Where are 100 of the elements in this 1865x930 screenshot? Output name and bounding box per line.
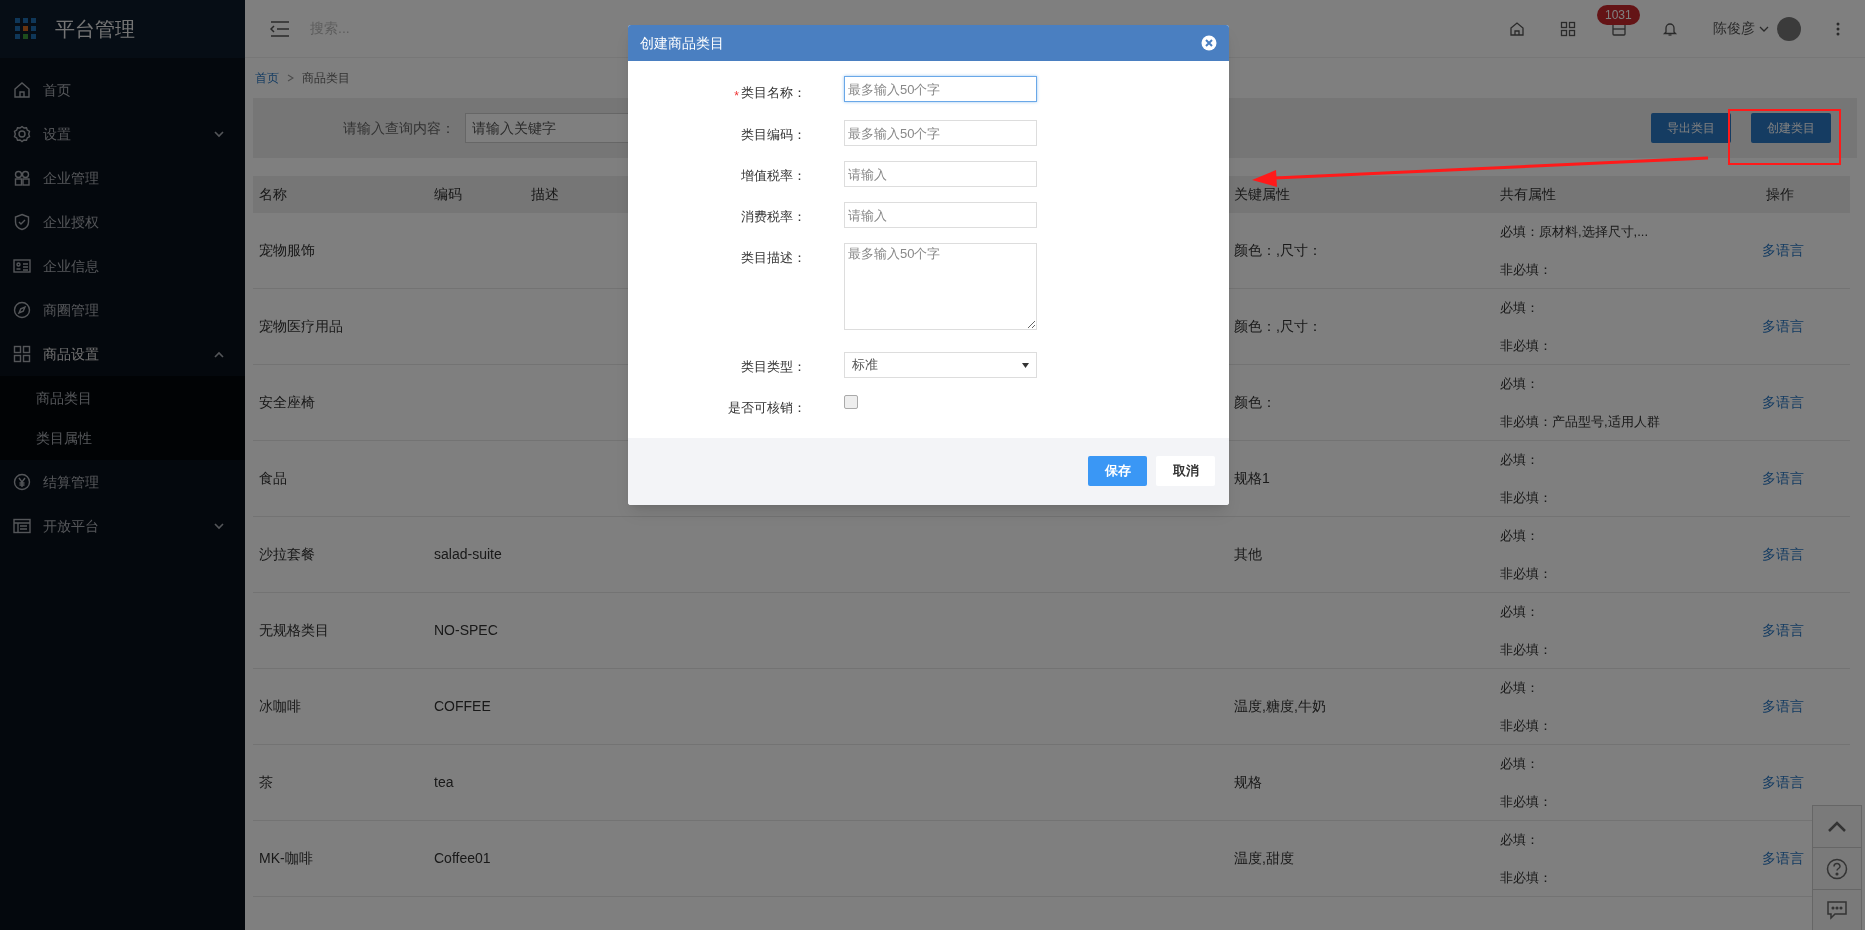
user-name[interactable]: 陈俊彦 [1713,18,1755,39]
table-cell: salad-suite [434,546,502,562]
column-header: 编码 [433,185,463,204]
multilingual-link[interactable]: 多语言 [1762,622,1804,638]
field-label: 类目名称： [741,84,806,103]
sidebar-item[interactable]: 商圈管理 [0,288,245,332]
sidebar-item[interactable]: 商品设置 [0,332,245,376]
table-cell: 规格 [1234,774,1262,790]
multilingual-link[interactable]: 多语言 [1762,394,1804,410]
multilingual-link[interactable]: 多语言 [1762,850,1804,866]
separator-icon [287,74,294,82]
chevron-up-icon [1827,820,1847,833]
table-cell-text: 必填： [1500,451,1540,469]
sidebar-item[interactable]: 首页 [0,68,245,112]
dropdown-icon [1022,362,1029,368]
field-label: 消费税率： [741,208,806,226]
multilingual-link[interactable]: 多语言 [1762,318,1804,334]
textarea-field[interactable]: 最多输入50个字 [844,243,1037,330]
table-cell-text: 非必填： [1500,564,1553,583]
table-cell: 冰咖啡 [259,698,301,714]
compass-icon [13,301,31,319]
table-cell: 其他 [1234,546,1262,562]
field-label: 增值税率： [741,167,806,185]
home-icon[interactable] [1509,20,1525,37]
checkbox[interactable] [844,395,858,409]
table-cell: COFFEE [434,698,491,714]
table-cell: Coffee01 [434,850,491,866]
id-card-icon [13,257,31,275]
sidebar-item[interactable]: 结算管理 [0,460,245,504]
grid-icon[interactable] [1560,20,1576,37]
table-cell: 无规格类目 [259,622,329,638]
table-cell: 颜色： [1234,394,1276,410]
table-cell-text: 非必填： [1500,792,1553,811]
table-cell: 宠物服饰 [259,242,315,258]
column-header: 描述 [530,185,560,204]
table-cell-text: 必填： [1500,755,1540,773]
logo-icon [15,18,37,40]
toolbar-button[interactable]: 导出类目 [1651,113,1731,143]
filter-label: 请输入查询内容： [343,118,455,138]
multilingual-link[interactable]: 多语言 [1762,774,1804,790]
bell-icon[interactable] [1662,20,1678,37]
avatar[interactable] [1777,16,1801,41]
table-cell-text: 非必填： [1500,260,1553,279]
table-cell: MK-咖啡 [259,850,313,866]
table-cell-text: 必填：原材料,选择尺寸,... [1500,223,1650,241]
table-cell-text: 必填： [1500,299,1540,317]
column-header: 操作 [1765,185,1795,204]
breadcrumb-link[interactable]: 首页 [255,69,279,87]
close-icon[interactable] [1201,35,1217,51]
multilingual-link[interactable]: 多语言 [1762,698,1804,714]
dialog-title: 创建商品类目 [640,33,724,53]
sidebar-item[interactable]: 企业授权 [0,200,245,244]
field-label: 类目描述： [741,249,806,267]
table-cell: 颜色：,尺寸： [1234,242,1322,258]
notification-badge: 1031 [1597,4,1640,25]
table-cell: 沙拉套餐 [259,546,315,562]
save-button[interactable]: 保存 [1088,456,1147,486]
sidebar-item[interactable]: 企业信息 [0,244,245,288]
blocks-icon [13,169,31,187]
table-cell: tea [434,774,454,790]
input-field[interactable]: 最多输入50个字 [844,76,1037,102]
table-cell-text: 非必填： [1500,868,1553,887]
caret-icon[interactable] [1759,24,1769,33]
menu-icon[interactable] [270,20,290,37]
table-cell: 温度,糖度,牛奶 [1234,698,1326,714]
gear-icon [13,125,31,143]
sidebar-item[interactable]: 企业管理 [0,156,245,200]
table-cell-text: 非必填：产品型号,适用人群 [1500,412,1661,431]
sidebar-item[interactable]: 设置 [0,112,245,156]
select-field[interactable]: 标准 [844,352,1037,378]
home-icon [13,81,31,99]
panel-icon [13,517,31,535]
multilingual-link[interactable]: 多语言 [1762,546,1804,562]
table-cell-text: 必填： [1500,375,1540,393]
table-cell: 安全座椅 [259,394,315,410]
table-cell-text: 必填： [1500,603,1540,621]
table-cell: NO-SPEC [434,622,498,638]
table-cell-text: 必填： [1500,679,1540,697]
multilingual-link[interactable]: 多语言 [1762,242,1804,258]
table-cell: 规格1 [1234,470,1270,486]
required-mark: * [734,88,739,105]
shield-icon [13,213,31,231]
submenu-item[interactable]: 类目属性 [0,418,245,458]
table-cell: 茶 [259,774,273,790]
table-cell: 食品 [259,470,287,486]
table-cell-text: 非必填： [1500,640,1553,659]
cancel-button[interactable]: 取消 [1156,456,1215,486]
multilingual-link[interactable]: 多语言 [1762,470,1804,486]
submenu-item[interactable]: 商品类目 [0,378,245,418]
breadcrumb-current: 商品类目 [302,70,350,87]
toolbar-button[interactable]: 创建类目 [1751,113,1831,143]
column-header: 共有属性 [1499,185,1557,204]
help-icon [1826,857,1848,880]
app-title: 平台管理 [55,17,135,42]
grid-icon [13,345,31,363]
more-icon[interactable] [1836,21,1840,36]
table-cell-text: 必填： [1500,831,1540,849]
sidebar-item[interactable]: 开放平台 [0,504,245,548]
table-cell-text: 非必填： [1500,716,1553,735]
yen-icon [13,473,31,491]
